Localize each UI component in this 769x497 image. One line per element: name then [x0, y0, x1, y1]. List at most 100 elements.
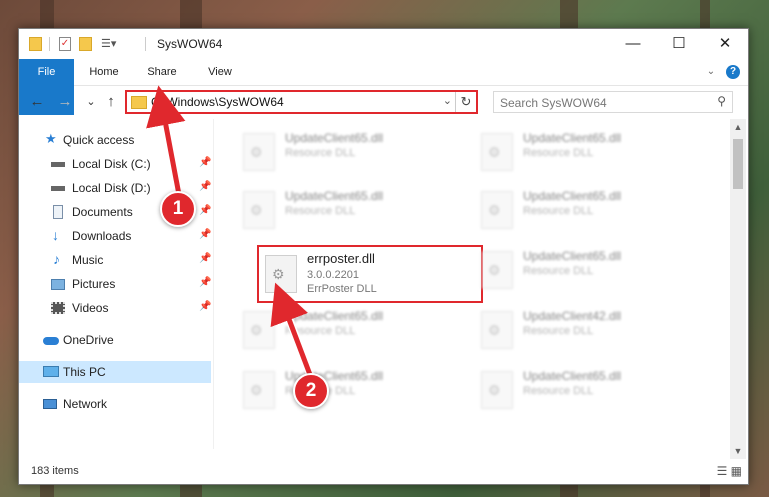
- cloud-icon: [43, 337, 59, 345]
- file-type: Resource DLL: [523, 385, 594, 397]
- sidebar-item-label: Music: [72, 253, 104, 267]
- dll-file-icon: [265, 255, 297, 293]
- list-item[interactable]: UpdateClient65.dll Resource DLL: [237, 185, 467, 241]
- dll-file-icon: [243, 311, 275, 349]
- pin-icon[interactable]: 📌: [199, 205, 211, 216]
- pane-divider: [213, 119, 214, 449]
- file-type: Resource DLL: [285, 147, 356, 159]
- sidebar-item-label: Quick access: [63, 133, 135, 147]
- back-button[interactable]: ←: [27, 91, 47, 113]
- window-title: SysWOW64: [157, 37, 223, 51]
- file-type: Resource DLL: [523, 205, 594, 217]
- dll-file-icon: [481, 133, 513, 171]
- list-item[interactable]: UpdateClient65.dll Resource DLL: [237, 127, 467, 183]
- up-button[interactable]: ↑: [101, 91, 121, 113]
- navigation-pane: ★ Quick access Local Disk (C:) 📌 Local D…: [19, 119, 213, 449]
- search-box[interactable]: ⚲: [493, 91, 733, 114]
- tab-view[interactable]: View: [195, 59, 245, 85]
- list-item[interactable]: UpdateClient65.dll Resource DLL: [475, 127, 705, 183]
- view-toggle-icons[interactable]: ☰ ▦: [717, 464, 742, 478]
- sidebar-item-label: Local Disk (D:): [72, 181, 151, 195]
- sidebar-item-videos[interactable]: Videos 📌: [19, 297, 211, 319]
- chevron-down-icon[interactable]: ⌄: [443, 94, 452, 107]
- sidebar-item-quick-access[interactable]: ★ Quick access: [19, 129, 211, 151]
- computer-icon: [43, 366, 59, 377]
- address-bar[interactable]: C:\Windows\SysWOW64 ⌄ ↻: [125, 90, 478, 114]
- step-1-badge: 1: [160, 191, 196, 227]
- pin-icon[interactable]: 📌: [199, 301, 211, 312]
- file-name: UpdateClient65.dll: [523, 369, 622, 383]
- ribbon-tabs: File Home Share View ⌄ ?: [19, 59, 748, 115]
- music-icon: ♪: [53, 251, 60, 267]
- star-icon: ★: [45, 131, 57, 146]
- list-item[interactable]: UpdateClient42.dll Resource DLL: [475, 305, 705, 361]
- dll-file-icon: [243, 371, 275, 409]
- recent-locations-button[interactable]: ⌄: [81, 91, 101, 113]
- maximize-button[interactable]: ☐: [656, 29, 702, 59]
- file-type: Resource DLL: [285, 205, 356, 217]
- search-icon[interactable]: ⚲: [717, 94, 726, 108]
- minimize-button[interactable]: —: [610, 29, 656, 59]
- search-input[interactable]: [494, 92, 712, 114]
- sidebar-item-local-disk-c[interactable]: Local Disk (C:) 📌: [19, 153, 211, 175]
- pin-icon[interactable]: 📌: [199, 229, 211, 240]
- explorer-window: ✓ ☰▾ SysWOW64 — ☐ ✕ File Home Share View…: [18, 28, 749, 485]
- sidebar-item-downloads[interactable]: ↓ Downloads 📌: [19, 225, 211, 247]
- sidebar-item-label: Local Disk (C:): [72, 157, 151, 171]
- divider: [49, 37, 50, 51]
- dll-file-icon: [481, 191, 513, 229]
- pin-icon[interactable]: 📌: [199, 253, 211, 264]
- file-name: UpdateClient65.dll: [523, 249, 622, 263]
- pin-icon[interactable]: 📌: [199, 157, 211, 168]
- sidebar-item-label: Pictures: [72, 277, 116, 291]
- list-item[interactable]: UpdateClient65.dll Resource DLL: [475, 245, 705, 301]
- file-type: Resource DLL: [523, 265, 594, 277]
- file-version: 3.0.0.2201: [307, 269, 359, 281]
- file-description: ErrPoster DLL: [307, 283, 377, 295]
- sidebar-item-music[interactable]: ♪ Music 📌: [19, 249, 211, 271]
- folder-icon: [29, 37, 42, 51]
- scroll-up-icon[interactable]: ▲: [730, 119, 746, 135]
- scrollbar-thumb[interactable]: [733, 139, 743, 189]
- pin-icon[interactable]: 📌: [199, 181, 211, 192]
- vertical-scrollbar[interactable]: ▲ ▼: [730, 119, 746, 459]
- sidebar-item-pictures[interactable]: Pictures 📌: [19, 273, 211, 295]
- sidebar-item-network[interactable]: Network: [19, 393, 211, 415]
- help-icon[interactable]: ?: [726, 65, 740, 79]
- item-count: 183 items: [31, 465, 79, 477]
- divider: [145, 37, 146, 51]
- expand-ribbon-icon[interactable]: ⌄: [703, 59, 719, 85]
- sidebar-item-label: OneDrive: [63, 333, 114, 347]
- dll-file-icon: [481, 311, 513, 349]
- refresh-button[interactable]: ↻: [455, 92, 476, 112]
- list-item[interactable]: UpdateClient65.dll Resource DLL: [475, 365, 705, 421]
- file-name: UpdateClient65.dll: [285, 309, 384, 323]
- tab-home[interactable]: Home: [79, 59, 129, 85]
- sidebar-item-label: This PC: [63, 365, 106, 379]
- list-item[interactable]: UpdateClient65.dll Resource DLL: [237, 365, 467, 421]
- list-item[interactable]: UpdateClient65.dll Resource DLL: [237, 305, 467, 361]
- title-bar: ✓ ☰▾ SysWOW64 — ☐ ✕: [19, 29, 748, 59]
- errposter-dll-file[interactable]: errposter.dll 3.0.0.2201 ErrPoster DLL: [257, 245, 483, 303]
- list-item[interactable]: UpdateClient65.dll Resource DLL: [475, 185, 705, 241]
- properties-icon[interactable]: ✓: [59, 37, 71, 51]
- address-path[interactable]: C:\Windows\SysWOW64: [151, 95, 284, 109]
- tab-share[interactable]: Share: [137, 59, 187, 85]
- new-folder-icon[interactable]: [79, 37, 92, 51]
- scroll-down-icon[interactable]: ▼: [730, 443, 746, 459]
- sidebar-item-label: Documents: [72, 205, 133, 219]
- file-name: UpdateClient65.dll: [285, 131, 384, 145]
- dll-file-icon: [243, 133, 275, 171]
- dll-file-icon: [481, 251, 513, 289]
- forward-button[interactable]: →: [55, 91, 75, 113]
- folder-icon: [131, 96, 147, 109]
- download-icon: ↓: [52, 227, 59, 243]
- sidebar-item-onedrive[interactable]: OneDrive: [19, 329, 211, 351]
- dll-file-icon: [243, 191, 275, 229]
- pin-icon[interactable]: 📌: [199, 277, 211, 288]
- file-type: Resource DLL: [523, 325, 594, 337]
- customize-toolbar-icon[interactable]: ☰▾: [101, 37, 116, 51]
- file-list: UpdateClient65.dll Resource DLL UpdateCl…: [215, 119, 730, 459]
- sidebar-item-this-pc[interactable]: This PC: [19, 361, 211, 383]
- close-button[interactable]: ✕: [702, 29, 748, 59]
